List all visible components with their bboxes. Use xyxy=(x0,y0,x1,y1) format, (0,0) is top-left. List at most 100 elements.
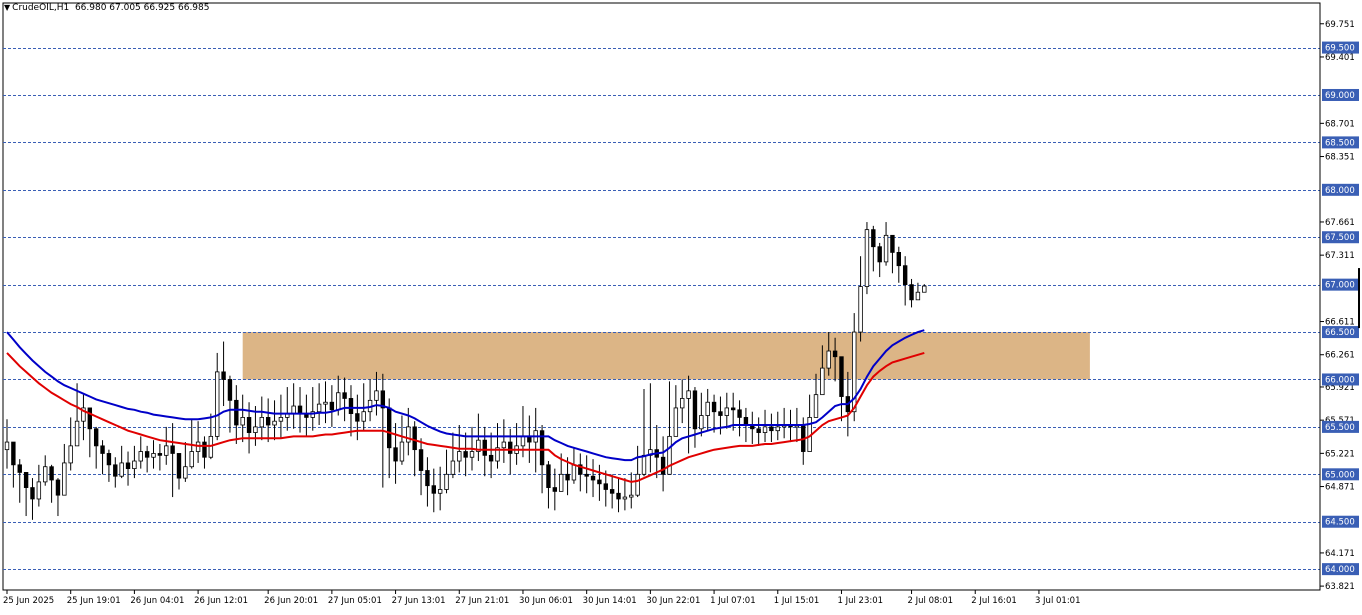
candle-body xyxy=(336,392,341,411)
candle-body xyxy=(138,451,143,462)
time-tick-label: 30 Jun 14:01 xyxy=(583,596,637,606)
candle-body xyxy=(68,445,73,464)
candle-body xyxy=(877,246,882,263)
time-tick-label: 2 Jul 16:01 xyxy=(971,596,1017,606)
candle-body xyxy=(278,417,284,422)
candle-body xyxy=(253,426,258,433)
candle-body xyxy=(431,485,436,494)
candle-body xyxy=(119,462,124,477)
price-tick-label: 67.311 xyxy=(1325,251,1355,261)
candle-body xyxy=(291,405,296,415)
level-tag-label: 65.000 xyxy=(1325,470,1355,480)
candle-body xyxy=(132,460,137,470)
time-tick-label: 1 Jul 15:01 xyxy=(774,596,820,606)
candle-body xyxy=(437,489,443,494)
candle-body xyxy=(348,398,354,415)
candle-body xyxy=(724,407,730,416)
level-tag-label: 69.000 xyxy=(1325,91,1355,101)
time-tick-label: 2 Jul 08:01 xyxy=(908,596,954,606)
candle xyxy=(864,222,870,295)
menu-triangle-icon[interactable]: ▼ xyxy=(4,3,10,12)
candle-body xyxy=(215,371,220,437)
candle-body xyxy=(871,229,876,248)
candle-body xyxy=(43,466,48,483)
candle-body xyxy=(361,411,366,422)
price-tick-label: 64.871 xyxy=(1325,483,1355,493)
candle-body xyxy=(597,479,602,485)
candle-body xyxy=(890,234,895,253)
price-zone xyxy=(242,332,1090,380)
candle-body xyxy=(106,453,112,466)
candle-body xyxy=(100,445,105,454)
candle-body xyxy=(501,441,507,449)
candle-body xyxy=(323,401,328,405)
candle-body xyxy=(699,415,704,430)
time-tick-label: 30 Jun 06:01 xyxy=(519,596,573,606)
candle-body xyxy=(4,441,10,451)
symbol-label: CrudeOIL,H1 xyxy=(12,3,70,13)
candle-body xyxy=(571,464,577,481)
candle-body xyxy=(616,492,621,500)
candle-body xyxy=(552,487,558,492)
candle-body xyxy=(565,473,570,481)
candle-body xyxy=(246,417,252,433)
candle-body xyxy=(762,426,768,433)
candle-body xyxy=(609,489,615,494)
candle-body xyxy=(393,447,398,462)
candle-body xyxy=(399,441,405,462)
time-tick-label: 27 Jun 21:01 xyxy=(455,596,509,606)
candle-body xyxy=(909,284,914,301)
candle-body xyxy=(902,265,908,286)
candle-body xyxy=(520,435,526,447)
candle-body xyxy=(11,441,16,466)
level-tag-label: 64.000 xyxy=(1325,565,1355,575)
candle-body xyxy=(775,426,780,432)
candle-body xyxy=(590,475,596,481)
candle-body xyxy=(221,371,226,380)
candle-body xyxy=(896,252,901,267)
candle-body xyxy=(55,479,61,496)
candle-body xyxy=(425,470,430,487)
candle-body xyxy=(355,413,360,422)
candle-body xyxy=(151,453,156,458)
level-tag-label: 68.500 xyxy=(1325,138,1355,148)
time-tick-label: 3 Jul 01:01 xyxy=(1035,596,1081,606)
candle-body xyxy=(386,407,392,449)
ohlc-readout: 66.980 67.005 66.925 66.985 xyxy=(74,3,210,13)
candle-body xyxy=(329,401,335,411)
candle-body xyxy=(265,417,271,426)
time-tick-label: 27 Jun 13:01 xyxy=(392,596,446,606)
time-tick-label: 1 Jul 23:01 xyxy=(837,596,883,606)
candle-body xyxy=(756,428,761,433)
candle-body xyxy=(227,379,233,401)
candle-body xyxy=(297,405,303,415)
candle-body xyxy=(641,454,647,475)
candle-body xyxy=(769,426,774,432)
time-tick-label: 26 Jun 12:01 xyxy=(194,596,248,606)
chart-canvas[interactable]: 69.751 69.401 68.701 68.351 67.661 67.311 66.6… xyxy=(0,0,1362,611)
candle-body xyxy=(558,473,564,492)
candle-body xyxy=(730,407,736,411)
candle-body xyxy=(272,420,277,426)
time-tick-label: 25 Jun 2025 xyxy=(3,596,54,606)
candle-body xyxy=(49,466,54,481)
candle-body xyxy=(113,464,118,477)
price-tick-label: 65.221 xyxy=(1325,449,1355,459)
candle-body xyxy=(711,401,717,413)
candle-body xyxy=(234,399,239,426)
candle-body xyxy=(546,464,551,488)
candle-body xyxy=(813,394,819,418)
candle-body xyxy=(718,411,723,416)
time-tick-label: 30 Jun 22:01 xyxy=(646,596,700,606)
candle-body xyxy=(259,417,264,428)
candle-body xyxy=(922,285,927,293)
candle-body xyxy=(482,439,487,456)
candle-body xyxy=(915,291,921,301)
candle-body xyxy=(820,367,825,396)
level-tag-label: 66.500 xyxy=(1325,328,1355,338)
price-chart[interactable]: 69.751 69.401 68.701 68.351 67.661 67.311 66.6… xyxy=(0,0,1362,611)
price-tick-label: 66.261 xyxy=(1325,351,1355,361)
candle-body xyxy=(23,472,29,488)
candle-body xyxy=(93,428,99,447)
level-tag-label: 65.500 xyxy=(1325,423,1355,433)
